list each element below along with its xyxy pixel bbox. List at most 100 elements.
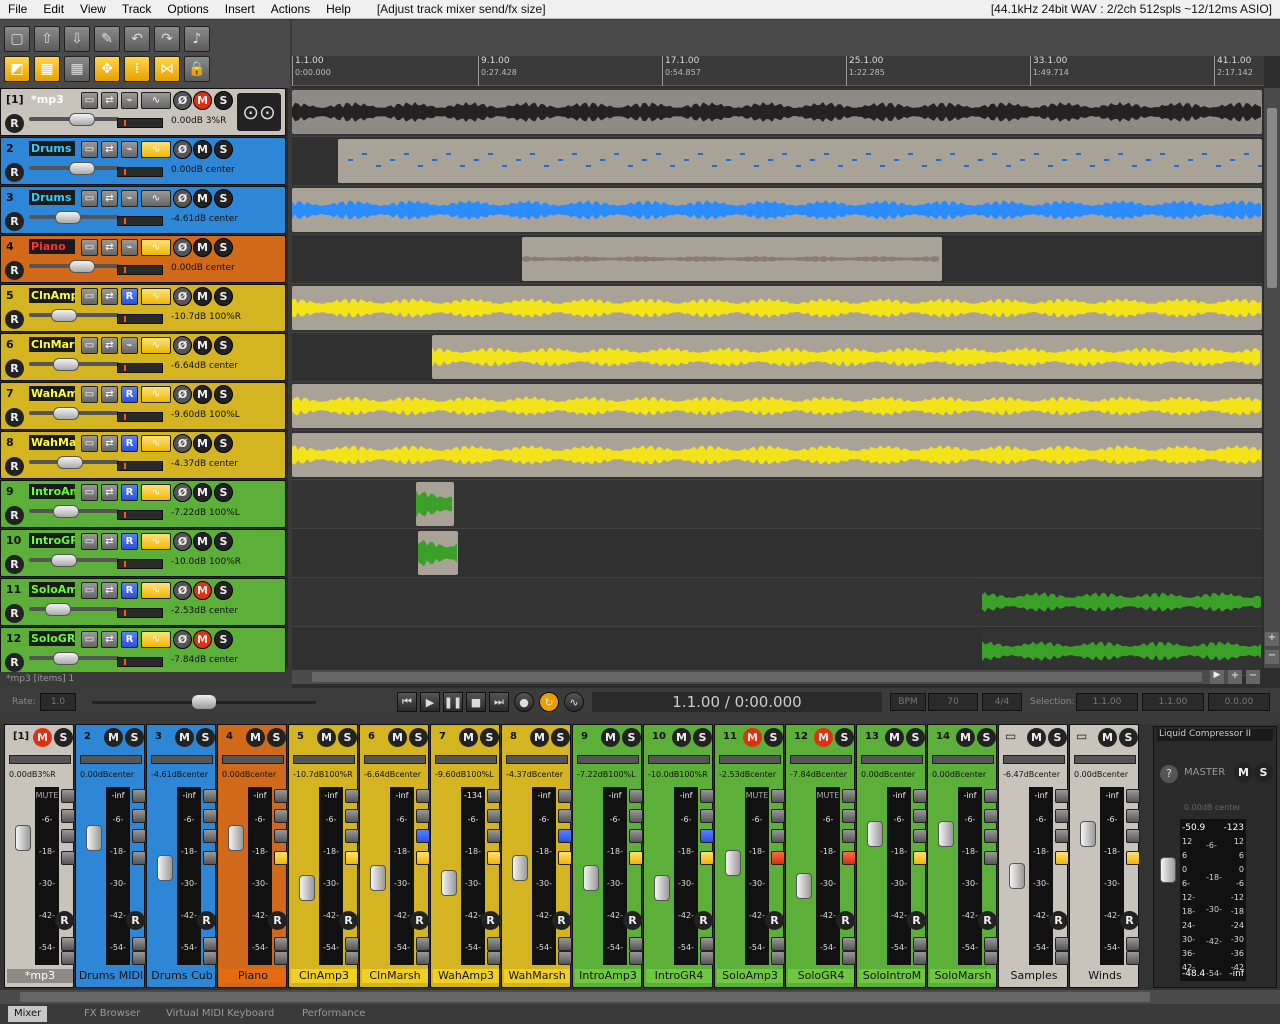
folder-icon[interactable]: ▭: [81, 631, 98, 648]
track-solo-button[interactable]: S: [214, 385, 233, 404]
envelope-icon[interactable]: [558, 851, 572, 865]
envelope-icon[interactable]: [984, 851, 998, 865]
fx-routing-icon[interactable]: [203, 829, 217, 843]
track-solo-button[interactable]: S: [214, 238, 233, 257]
volume-knob[interactable]: [69, 113, 95, 126]
pan-slider[interactable]: [506, 755, 568, 764]
channel-name[interactable]: WahAmp3: [433, 969, 499, 983]
channel-solo-button[interactable]: S: [622, 728, 641, 747]
tab-mixer[interactable]: Mixer: [8, 1006, 48, 1022]
grid-icon[interactable]: ▦: [64, 56, 90, 82]
phase-icon[interactable]: Ø: [173, 532, 192, 551]
volume-knob[interactable]: [69, 162, 95, 175]
channel-name[interactable]: IntroAmp3: [575, 969, 641, 983]
fx-routing-icon[interactable]: [1126, 829, 1140, 843]
audio-device-status[interactable]: [44.1kHz 24bit WAV : 2/2ch 512spls ~12/1…: [991, 2, 1280, 16]
media-item[interactable]: [292, 433, 1262, 477]
input-monitor-icon[interactable]: [629, 937, 643, 951]
route-icon[interactable]: ⇄: [101, 92, 118, 109]
track-lane[interactable]: [292, 529, 1262, 578]
undo-icon[interactable]: ↶: [124, 26, 150, 52]
route-icon[interactable]: [700, 809, 714, 823]
track-name-field[interactable]: ClnMars: [29, 337, 75, 352]
horizontal-scrollbar[interactable]: [292, 670, 1228, 684]
channel-mute-button[interactable]: M: [885, 728, 904, 747]
vertical-scroll-thumb[interactable]: [1267, 108, 1277, 288]
time-signature-field[interactable]: 4/4: [982, 693, 1022, 711]
channel-solo-button[interactable]: S: [409, 728, 428, 747]
channel-fader[interactable]: [725, 850, 741, 876]
channel-solo-button[interactable]: S: [125, 728, 144, 747]
pan-slider[interactable]: [151, 755, 213, 764]
route-icon[interactable]: ⇄: [101, 631, 118, 648]
track-mute-button[interactable]: M: [193, 630, 212, 649]
project-settings-icon[interactable]: ✎: [94, 26, 120, 52]
channel-fader[interactable]: [157, 855, 173, 881]
track-header[interactable]: 9IntroAm▭⇄R∿∿ØMSR-7.22dB 100%L: [0, 480, 286, 528]
fx-routing-icon[interactable]: [487, 829, 501, 843]
phase-icon[interactable]: Ø: [173, 287, 192, 306]
track-header[interactable]: 7WahAmp▭⇄R∿∿ØMSR-9.60dB 100%L: [0, 382, 286, 430]
track-header[interactable]: 4Piano▭⇄⌁∿∿ØMSR0.00dB center: [0, 235, 286, 283]
track-lane[interactable]: [292, 382, 1262, 431]
envelope-icon[interactable]: [1126, 851, 1140, 865]
input-monitor-icon[interactable]: [771, 937, 785, 951]
rate-field[interactable]: 1.0: [40, 693, 76, 711]
record-icon[interactable]: ●: [514, 692, 534, 712]
channel-fader[interactable]: [15, 825, 31, 851]
track-lane[interactable]: [292, 431, 1262, 480]
envelope-icon[interactable]: [274, 851, 288, 865]
fx-routing-icon[interactable]: ⌁: [121, 190, 138, 207]
folder-icon[interactable]: ▭: [81, 239, 98, 256]
fx-routing-icon[interactable]: R: [121, 582, 138, 599]
phase-icon[interactable]: [416, 789, 430, 803]
track-name-field[interactable]: Drums C: [29, 190, 75, 205]
record-arm-button[interactable]: R: [5, 653, 24, 672]
channel-solo-button[interactable]: S: [480, 728, 499, 747]
pause-icon[interactable]: ❚❚: [443, 692, 463, 712]
channel-solo-button[interactable]: S: [338, 728, 357, 747]
route-icon[interactable]: ⇄: [101, 288, 118, 305]
pan-slider[interactable]: [719, 755, 781, 764]
fx-routing-icon[interactable]: [913, 829, 927, 843]
envelope-icon[interactable]: [771, 851, 785, 865]
go-to-start-icon[interactable]: ⏮: [397, 692, 417, 712]
record-arm-button[interactable]: R: [5, 114, 24, 133]
route-icon[interactable]: [345, 809, 359, 823]
hzoom-out-icon[interactable]: −: [1246, 670, 1260, 684]
track-lane[interactable]: [292, 627, 1262, 676]
zoom-out-icon[interactable]: −: [1265, 650, 1279, 664]
phase-icon[interactable]: [203, 789, 217, 803]
fx-routing-icon[interactable]: R: [121, 288, 138, 305]
channel-record-arm-button[interactable]: R: [55, 911, 74, 930]
channel-record-arm-button[interactable]: R: [694, 911, 713, 930]
record-arm-button[interactable]: R: [5, 261, 24, 280]
fx-routing-icon[interactable]: ⌁: [121, 239, 138, 256]
channel-fader[interactable]: [796, 873, 812, 899]
envelope-icon[interactable]: [487, 851, 501, 865]
input-monitor-icon[interactable]: [558, 937, 572, 951]
record-mode-icon[interactable]: [274, 951, 288, 965]
menu-view[interactable]: View: [72, 2, 114, 16]
track-header[interactable]: 11SoloAm▭⇄R∿∿ØMSR-2.53dB center: [0, 578, 286, 626]
record-mode-icon[interactable]: [1055, 951, 1069, 965]
bpm-field[interactable]: 70: [928, 693, 978, 711]
input-monitor-icon[interactable]: [345, 937, 359, 951]
input-monitor-icon[interactable]: [61, 937, 75, 951]
menu-insert[interactable]: Insert: [217, 2, 263, 16]
track-mute-button[interactable]: M: [193, 434, 212, 453]
track-name-field[interactable]: ClnAmp: [29, 288, 75, 303]
record-arm-button[interactable]: R: [5, 163, 24, 182]
channel-solo-button[interactable]: S: [196, 728, 215, 747]
track-solo-button[interactable]: S: [214, 434, 233, 453]
volume-slider[interactable]: [29, 607, 119, 611]
track-lane[interactable]: [292, 578, 1262, 627]
channel-mute-button[interactable]: M: [601, 728, 620, 747]
repeat-icon[interactable]: ↻: [539, 692, 559, 712]
menu-actions[interactable]: Actions: [263, 2, 318, 16]
fx-routing-icon[interactable]: [558, 829, 572, 843]
channel-name[interactable]: SoloAmp3: [717, 969, 783, 983]
channel-mute-button[interactable]: M: [317, 728, 336, 747]
channel-solo-button[interactable]: S: [267, 728, 286, 747]
input-monitor-icon[interactable]: [700, 937, 714, 951]
